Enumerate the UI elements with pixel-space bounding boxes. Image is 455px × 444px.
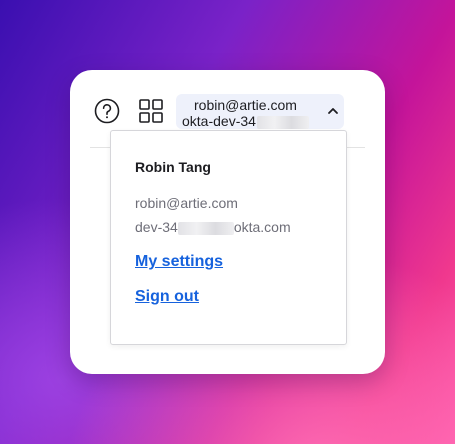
account-org: okta-dev-34 <box>182 113 309 129</box>
redacted-block <box>177 221 234 235</box>
account-org-prefix: okta-dev-34 <box>182 113 256 129</box>
user-email: robin@artie.com <box>135 195 238 211</box>
domain-prefix: dev-34 <box>135 219 178 235</box>
redacted-block <box>256 115 309 129</box>
user-name: Robin Tang <box>135 159 211 175</box>
apps-button[interactable] <box>138 98 164 124</box>
account-email: robin@artie.com <box>194 97 297 113</box>
apps-grid-icon <box>139 99 163 123</box>
user-org-domain: dev-34 okta.com <box>135 219 291 235</box>
help-circle-icon <box>94 98 120 124</box>
domain-suffix: okta.com <box>233 219 291 235</box>
sign-out-link[interactable]: Sign out <box>135 288 199 306</box>
account-dropdown-menu: Robin Tang robin@artie.com dev-34 okta.co… <box>110 130 347 345</box>
chevron-up-icon <box>328 108 338 114</box>
account-menu-button[interactable]: robin@artie.com okta-dev-34 <box>176 94 344 129</box>
okta-popup-card: robin@artie.com okta-dev-34 Robin Tang r… <box>70 70 385 374</box>
my-settings-link[interactable]: My settings <box>135 253 223 271</box>
help-button[interactable] <box>94 98 120 124</box>
